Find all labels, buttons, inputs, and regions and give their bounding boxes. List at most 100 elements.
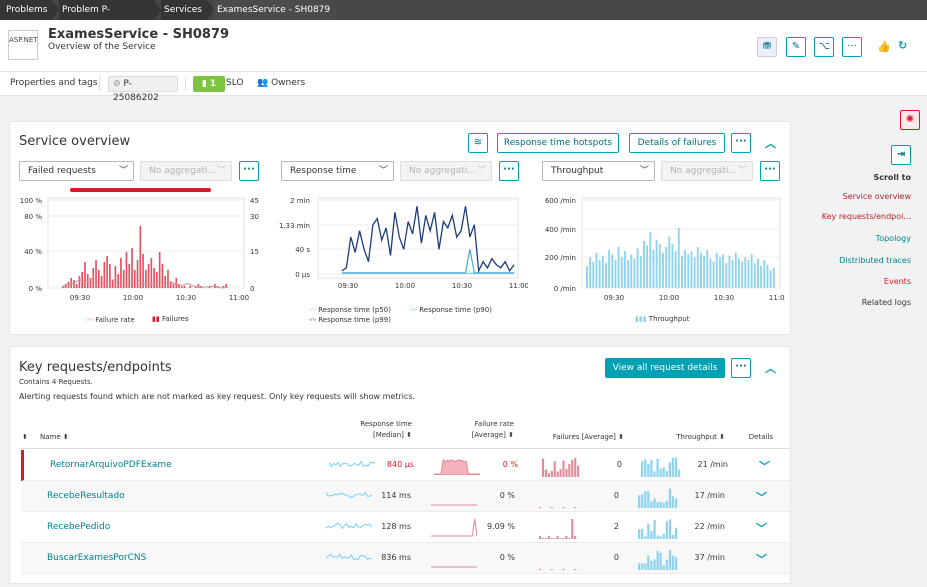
failures-bar xyxy=(189,286,191,288)
aggregation-select-2: No aggregati... ﹀ xyxy=(400,161,492,181)
breadcrumb-services[interactable]: Services xyxy=(161,0,207,20)
expand-details-icon[interactable]: ﹀ xyxy=(756,489,767,505)
column-label: Failure rate xyxy=(474,420,514,428)
failures-bar xyxy=(120,258,122,288)
sparkline-bar xyxy=(650,560,653,570)
failures-sparkline xyxy=(539,569,577,570)
response-time-hotspots-button[interactable]: Response time hotspots xyxy=(497,133,619,153)
legend-p99: 〰 Response time (p99) xyxy=(309,315,391,325)
collapse-icon[interactable]: ︿ xyxy=(765,360,776,376)
sparkline-bar xyxy=(671,457,675,477)
table-row[interactable]: RetornarArquivoPDFExame 840 µs 0 % 0 21 /min… xyxy=(21,450,790,481)
table-row[interactable]: BuscarExamesPorCNS 836 ms 0 % 0 37 /min ﹀ xyxy=(21,543,790,574)
throughput-bar xyxy=(665,246,668,288)
request-name-link[interactable]: RecebePedido xyxy=(47,522,110,532)
pin-icon[interactable]: ✎ xyxy=(786,37,806,57)
sparkline-bar xyxy=(574,507,577,508)
collapse-icon[interactable]: ︿ xyxy=(765,135,776,151)
throughput-bar xyxy=(674,251,677,288)
breadcrumb-problem[interactable]: Problem P-25086202 xyxy=(59,0,154,35)
sparkline-bar xyxy=(647,555,650,570)
davis-ai-icon[interactable]: ✺ xyxy=(900,110,920,130)
breadcrumb-problems[interactable]: Problems xyxy=(0,0,52,20)
y-tick-label: 100 % xyxy=(20,197,43,205)
failures-bar xyxy=(95,260,97,288)
metric-select-throughput[interactable]: Throughput ﹀ xyxy=(542,161,655,181)
column-header-name[interactable]: Name ⬍ xyxy=(40,432,69,443)
sparkline-bar xyxy=(562,538,565,539)
scroll-link-distributed-traces[interactable]: Distributed traces xyxy=(839,256,911,265)
chart3-more-button[interactable]: ··· xyxy=(760,161,780,181)
sparkline-path xyxy=(326,491,372,498)
scroll-link-service-overview[interactable]: Service overview xyxy=(843,192,911,201)
sort-icon[interactable]: ⬍ xyxy=(22,432,28,443)
scroll-link-key-requests[interactable]: Key requests/endpoi... xyxy=(822,212,911,221)
scroll-link-topology[interactable]: Topology xyxy=(876,234,911,243)
chart2-more-button[interactable]: ··· xyxy=(499,161,519,181)
collapse-sidebar-icon[interactable]: ⇥ xyxy=(891,145,911,165)
table-row[interactable]: RecebePedido 128 ms 9.09 % 2 22 /min ﹀ xyxy=(21,512,790,543)
slo-badge[interactable]: ▮ 1 xyxy=(193,76,225,92)
refresh-icon[interactable]: ↻ xyxy=(898,39,907,52)
failures-bar xyxy=(180,286,183,288)
thumbs-up-icon[interactable]: 👍 xyxy=(877,40,891,53)
breadcrumb-current[interactable]: ExamesService - SH0879 xyxy=(214,0,332,20)
sparkline-bar xyxy=(638,495,641,508)
throughput-bar xyxy=(671,244,674,288)
select-value: Throughput xyxy=(551,166,604,176)
throughput-bar xyxy=(592,261,595,288)
sparkline-bar xyxy=(668,462,671,477)
failures-bar xyxy=(128,264,131,288)
layers-icon[interactable]: ≋ xyxy=(468,133,488,153)
request-name-link[interactable]: BuscarExamesPorCNS xyxy=(47,553,146,563)
column-header-response-time[interactable]: Response time [Median] ⬍ xyxy=(330,419,412,441)
service-settings-icon[interactable]: ⛃ xyxy=(757,37,777,57)
y2-tick-label: 45 xyxy=(250,197,259,205)
sparkline-bar xyxy=(574,536,577,539)
view-all-request-details-button[interactable]: View all request details xyxy=(605,358,725,378)
scroll-link-events[interactable]: Events xyxy=(884,277,911,286)
sparkline-bars xyxy=(638,488,678,508)
column-header-failures[interactable]: Failures [Average] ⬍ xyxy=(530,432,624,443)
expand-details-icon[interactable]: ﹀ xyxy=(756,551,767,567)
column-sublabel: [Average] xyxy=(471,431,506,439)
details-of-failures-button[interactable]: Details of failures xyxy=(629,133,725,153)
sparkline-bar xyxy=(544,538,547,539)
key-requests-more-button[interactable]: ··· xyxy=(731,358,751,378)
sparkline-bar xyxy=(571,519,574,539)
x-tick-label: 10:00 xyxy=(123,294,143,302)
request-name-link[interactable]: RecebeResultado xyxy=(47,491,125,501)
column-header-throughput[interactable]: Throughput ⬍ xyxy=(650,432,725,443)
response-time-value: 128 ms xyxy=(381,522,411,531)
request-name-link[interactable]: RetornarArquivoPDFExame xyxy=(50,460,172,470)
failures-bar xyxy=(122,270,125,288)
scroll-link-related-logs[interactable]: Related logs xyxy=(862,298,911,307)
y-tick-label: 600 /min xyxy=(545,197,576,205)
problem-tag[interactable]: ⊘ P-25086202 xyxy=(108,76,178,103)
overview-more-button[interactable]: ··· xyxy=(731,133,751,153)
throughput-sparkline xyxy=(638,519,678,539)
properties-and-tags-link[interactable]: Properties and tags xyxy=(10,78,98,88)
sparkline-bar xyxy=(565,536,568,539)
metric-select-failed[interactable]: Failed requests ﹀ xyxy=(19,161,134,181)
column-header-failure-rate[interactable]: Failure rate [Average] ⬍ xyxy=(430,419,514,441)
throughput-bar xyxy=(757,258,759,288)
metric-select-response-time[interactable]: Response time ﹀ xyxy=(281,161,394,181)
expand-details-icon[interactable]: ﹀ xyxy=(759,458,770,474)
analyze-icon[interactable]: ⌥ xyxy=(814,37,834,57)
column-sublabel: [Median] xyxy=(372,431,404,439)
throughput-bar xyxy=(630,254,633,288)
expand-details-icon[interactable]: ﹀ xyxy=(756,520,767,536)
throughput-bar xyxy=(620,257,623,288)
y-tick-label: 80 % xyxy=(24,213,42,221)
throughput-bar xyxy=(617,246,620,288)
more-actions-icon[interactable]: ··· xyxy=(842,37,862,57)
slo-label[interactable]: SLO xyxy=(226,78,244,88)
throughput-bar xyxy=(589,257,592,288)
sparkline-bar xyxy=(668,519,672,539)
table-row[interactable]: RecebeResultado 114 ms 0 % 0 17 /min ﹀ xyxy=(21,481,790,512)
owners-link[interactable]: 👥 Owners xyxy=(257,78,305,88)
bar-icon: ▮▮ xyxy=(152,315,160,323)
chart1-more-button[interactable]: ··· xyxy=(239,161,259,181)
sparkline-bar xyxy=(647,491,650,508)
